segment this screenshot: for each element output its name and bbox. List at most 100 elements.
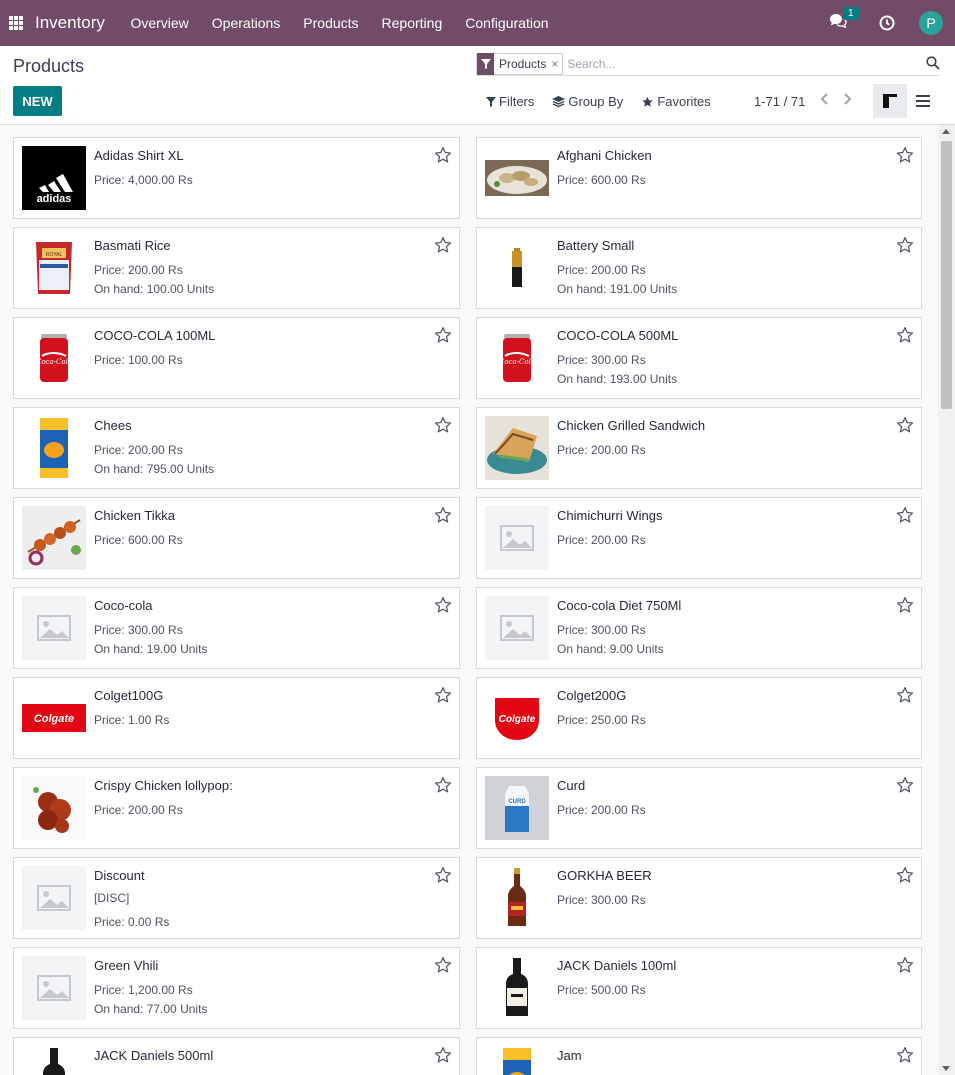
new-button[interactable]: NEW [13,86,62,116]
product-on-hand: On hand: 193.00 Units [557,372,678,386]
product-name: Discount [94,868,145,883]
favorites-label: Favorites [657,94,711,109]
favorite-star-icon[interactable] [896,146,914,164]
favorite-star-icon[interactable] [434,146,452,164]
apps-menu-icon[interactable] [9,16,23,30]
product-card-colget200g[interactable]: Colgate Colget200G Price: 250.00 Rs [476,677,922,759]
scrollbar[interactable] [938,125,955,1075]
product-card-chicken-tikka[interactable]: Chicken Tikka Price: 600.00 Rs [13,497,460,579]
product-image [22,776,86,840]
product-card-jack-daniels-100ml[interactable]: JACK Daniels 100ml Price: 500.00 Rs [476,947,922,1029]
favorite-star-icon[interactable] [896,416,914,434]
favorite-star-icon[interactable] [896,506,914,524]
product-card-discount[interactable]: Discount [DISC] Price: 0.00 Rs [13,857,460,939]
product-card-coco-cola[interactable]: Coco-cola Price: 300.00 Rs On hand: 19.00 … [13,587,460,669]
product-card-basmati-rice[interactable]: ROYAL Basmati Rice Price: 200.00 Rs On hand… [13,227,460,309]
favorite-star-icon[interactable] [434,416,452,434]
favorites-button[interactable]: Favorites [641,94,711,109]
product-name: Adidas Shirt XL [94,148,184,163]
menu-products[interactable]: Products [292,15,370,31]
filters-button[interactable]: Filters [486,94,534,109]
product-name: Basmati Rice [94,238,171,253]
favorite-star-icon[interactable] [434,776,452,794]
product-card-jack-daniels-500ml[interactable]: JACK Daniels 500ml [13,1037,460,1075]
product-price: Price: 200.00 Rs [557,263,646,277]
messages-icon[interactable]: 1 [829,7,859,33]
favorite-star-icon[interactable] [896,776,914,794]
product-card-coco-cola-100ml[interactable]: Coca-Cola COCO-COLA 100ML Price: 100.00 Rs [13,317,460,399]
product-image: Colgate [22,686,86,750]
favorite-star-icon[interactable] [434,596,452,614]
product-image [22,1046,86,1075]
kanban-view: adidas Adidas Shirt XL Price: 4,000.00 Rs A… [0,125,938,1075]
product-card-chicken-grilled-sandwich[interactable]: Chicken Grilled Sandwich Price: 200.00 Rs [476,407,922,489]
menu-overview[interactable]: Overview [119,15,200,31]
product-image: adidas [22,146,86,210]
product-image [485,866,549,930]
favorite-star-icon[interactable] [896,326,914,344]
product-image: Coca-Cola [22,326,86,390]
product-card-curd[interactable]: CURD Curd Price: 200.00 Rs [476,767,922,849]
product-name: Battery Small [557,238,635,253]
scroll-up-arrow-icon[interactable] [942,129,950,134]
scrollbar-thumb[interactable] [941,141,952,409]
favorite-star-icon[interactable] [896,866,914,884]
list-view-icon[interactable] [910,84,936,118]
favorite-star-icon[interactable] [434,1046,452,1064]
product-card-adidas-shirt-xl[interactable]: adidas Adidas Shirt XL Price: 4,000.00 Rs [13,137,460,219]
product-name: Chicken Grilled Sandwich [557,418,706,433]
search-icon[interactable] [926,56,940,70]
svg-text:Colgate: Colgate [34,713,74,725]
product-image [485,1046,549,1075]
app-brand[interactable]: Inventory [35,13,105,33]
product-price: Price: 300.00 Rs [557,353,646,367]
search-facet: Products × [476,52,564,75]
favorite-star-icon[interactable] [896,956,914,974]
favorite-star-icon[interactable] [434,956,452,974]
favorite-star-icon[interactable] [434,326,452,344]
activity-clock-icon[interactable] [879,15,895,31]
product-card-coco-cola-500ml[interactable]: Coca-Cola COCO-COLA 500ML Price: 300.00 Rs… [476,317,922,399]
favorite-star-icon[interactable] [896,1046,914,1064]
favorite-star-icon[interactable] [434,866,452,884]
star-filled-icon [642,96,654,107]
product-card-jam[interactable]: Jam [476,1037,922,1075]
svg-text:Coca-Cola: Coca-Cola [36,358,72,366]
search-input[interactable] [567,56,908,71]
product-card-green-vhili[interactable]: Green Vhili Price: 1,200.00 Rs On hand: 77… [13,947,460,1029]
product-on-hand: On hand: 77.00 Units [94,1002,208,1016]
product-card-afghani-chicken[interactable]: Afghani Chicken Price: 600.00 Rs [476,137,922,219]
product-on-hand: On hand: 795.00 Units [94,462,215,476]
favorite-star-icon[interactable] [434,236,452,254]
product-card-coco-cola-diet-750ml[interactable]: Coco-cola Diet 750Ml Price: 300.00 Rs On h… [476,587,922,669]
pager-value[interactable]: 1-71 / 71 [754,94,805,109]
favorite-star-icon[interactable] [434,506,452,524]
favorite-star-icon[interactable] [896,686,914,704]
favorite-star-icon[interactable] [434,686,452,704]
product-name: GORKHA BEER [557,868,652,883]
product-card-chees[interactable]: Chees Price: 200.00 Rs On hand: 795.00 Uni… [13,407,460,489]
filters-label: Filters [499,94,535,109]
pager-next-icon[interactable] [841,91,853,107]
placeholder-image-icon [22,596,86,660]
menu-operations[interactable]: Operations [200,15,291,31]
scroll-down-arrow-icon[interactable] [942,1066,950,1071]
favorite-star-icon[interactable] [896,236,914,254]
product-name: JACK Daniels 500ml [94,1048,214,1063]
product-name: Chees [94,418,132,433]
user-avatar[interactable]: P [919,11,943,35]
favorite-star-icon[interactable] [896,596,914,614]
product-card-colget100g[interactable]: Colgate Colget100G Price: 1.00 Rs [13,677,460,759]
product-card-gorkha-beer[interactable]: GORKHA BEER Price: 300.00 Rs [476,857,922,939]
menu-configuration[interactable]: Configuration [454,15,560,31]
pager-previous-icon[interactable] [819,91,831,107]
product-card-crispy-chicken-lollypop[interactable]: Crispy Chicken lollypop: Price: 200.00 Rs [13,767,460,849]
group-by-button[interactable]: Group By [552,94,623,109]
kanban-view-icon[interactable] [873,84,907,118]
product-card-battery-small[interactable]: Battery Small Price: 200.00 Rs On hand: 19… [476,227,922,309]
product-price: Price: 300.00 Rs [557,623,646,637]
facet-remove-icon[interactable]: × [551,57,562,71]
product-image [485,956,549,1020]
product-card-chimichurri-wings[interactable]: Chimichurri Wings Price: 200.00 Rs [476,497,922,579]
menu-reporting[interactable]: Reporting [370,15,454,31]
